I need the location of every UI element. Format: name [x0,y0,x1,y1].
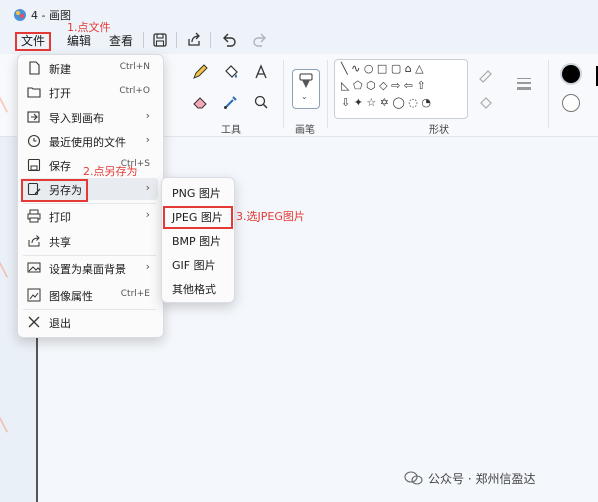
menu-item-label: 打开 [49,87,71,100]
decorative-shape: ╲ [0,88,8,113]
brush-icon [299,73,313,88]
image-properties-icon [27,288,41,302]
chevron-right-icon: › [145,181,150,194]
window-title: 4 - 画图 [31,9,71,22]
chevron-right-icon: › [145,109,150,122]
menu-item-label: 新建 [49,63,71,76]
clock-icon [27,134,41,148]
menu-file[interactable]: 文件 [15,32,52,51]
chevron-right-icon: › [145,260,150,273]
menu-item-import[interactable]: 导入到画布 › [21,106,158,130]
print-icon [27,209,41,223]
menu-item-label: 图像属性 [49,290,93,303]
close-icon [28,316,40,328]
size-icon[interactable] [514,73,534,93]
shapes-group-label: 形状 [429,125,449,136]
menu-item-open[interactable]: 打开 Ctrl+O [21,81,158,105]
menu-item-shortcut: Ctrl+E [120,289,150,299]
tools-group-label: 工具 [221,125,241,136]
decorative-shape: ╲ [0,408,8,433]
watermark-text: 公众号 · 郑州信盈达 [428,472,536,486]
highlight-box-jpeg [163,206,233,229]
save-icon [27,158,41,172]
chevron-down-icon: ⌄ [301,92,308,101]
chevron-right-icon: › [145,133,150,146]
pencil-icon[interactable] [190,62,210,82]
menu-separator [23,203,156,204]
toolbar-separator [210,32,211,48]
ribbon-separator [283,60,284,128]
fill-bucket-icon[interactable] [221,62,241,82]
text-icon[interactable] [251,62,271,82]
brush-selector[interactable]: ⌄ [292,69,320,109]
brushes-group-label: 画笔 [295,125,315,136]
menu-separator [23,255,156,256]
secondary-color-swatch[interactable] [562,94,580,112]
eraser-icon[interactable] [190,92,210,112]
color-picker-icon[interactable] [221,92,241,112]
folder-icon [27,87,41,98]
ribbon-separator [327,60,328,128]
annotation-step3: 3.选JPEG图片 [236,210,305,223]
save-icon[interactable] [150,30,170,50]
annotation-step2: 2.点另存为 [83,165,138,178]
outline-icon[interactable] [476,66,496,86]
chevron-right-icon: › [145,208,150,221]
menu-item-label: 导入到画布 [49,112,104,125]
submenu-item-gif[interactable]: GIF 图片 [172,257,216,273]
magnifier-icon[interactable] [251,92,271,112]
menu-item-label: 设置为桌面背景 [49,263,126,276]
highlight-box-save-as [21,179,88,202]
ribbon-separator [548,60,549,128]
menu-item-set-wallpaper[interactable]: 设置为桌面背景 › [21,257,158,281]
redo-icon[interactable] [250,30,270,50]
import-icon [27,111,40,123]
menu-item-label: 退出 [49,317,71,330]
menu-item-label: 共享 [49,236,71,249]
menu-item-new[interactable]: 新建 Ctrl+N [21,57,158,81]
paint-app-icon [14,9,26,21]
share-icon [28,235,40,247]
submenu-item-other[interactable]: 其他格式 [172,281,216,297]
menu-item-exit[interactable]: 退出 [21,311,158,335]
menu-item-shortcut: Ctrl+O [119,86,150,96]
submenu-item-bmp[interactable]: BMP 图片 [172,233,221,249]
menu-item-label: 打印 [49,211,71,224]
primary-color-swatch[interactable] [560,63,582,85]
canvas-drawn-line [36,330,38,502]
new-file-icon [29,61,40,75]
toolbar-separator [143,32,144,48]
undo-icon[interactable] [219,30,239,50]
decorative-shape: ╲ [0,253,8,278]
annotation-step1: 1.点文件 [67,21,111,34]
wechat-icon [404,471,423,485]
submenu-item-png[interactable]: PNG 图片 [172,185,221,201]
wallpaper-icon [27,262,41,273]
menu-item-recent[interactable]: 最近使用的文件 › [21,130,158,154]
menu-item-label: 最近使用的文件 [49,136,126,149]
menu-item-print[interactable]: 打印 › [21,205,158,229]
fill-icon[interactable] [476,94,496,114]
menu-item-share[interactable]: 共享 [21,230,158,254]
toolbar-separator [176,32,177,48]
menu-item-image-properties[interactable]: 图像属性 Ctrl+E [21,284,158,308]
share-icon[interactable] [184,30,204,50]
menu-separator [23,309,156,310]
menu-item-label: 保存 [49,160,71,173]
menu-item-shortcut: Ctrl+N [119,62,150,72]
